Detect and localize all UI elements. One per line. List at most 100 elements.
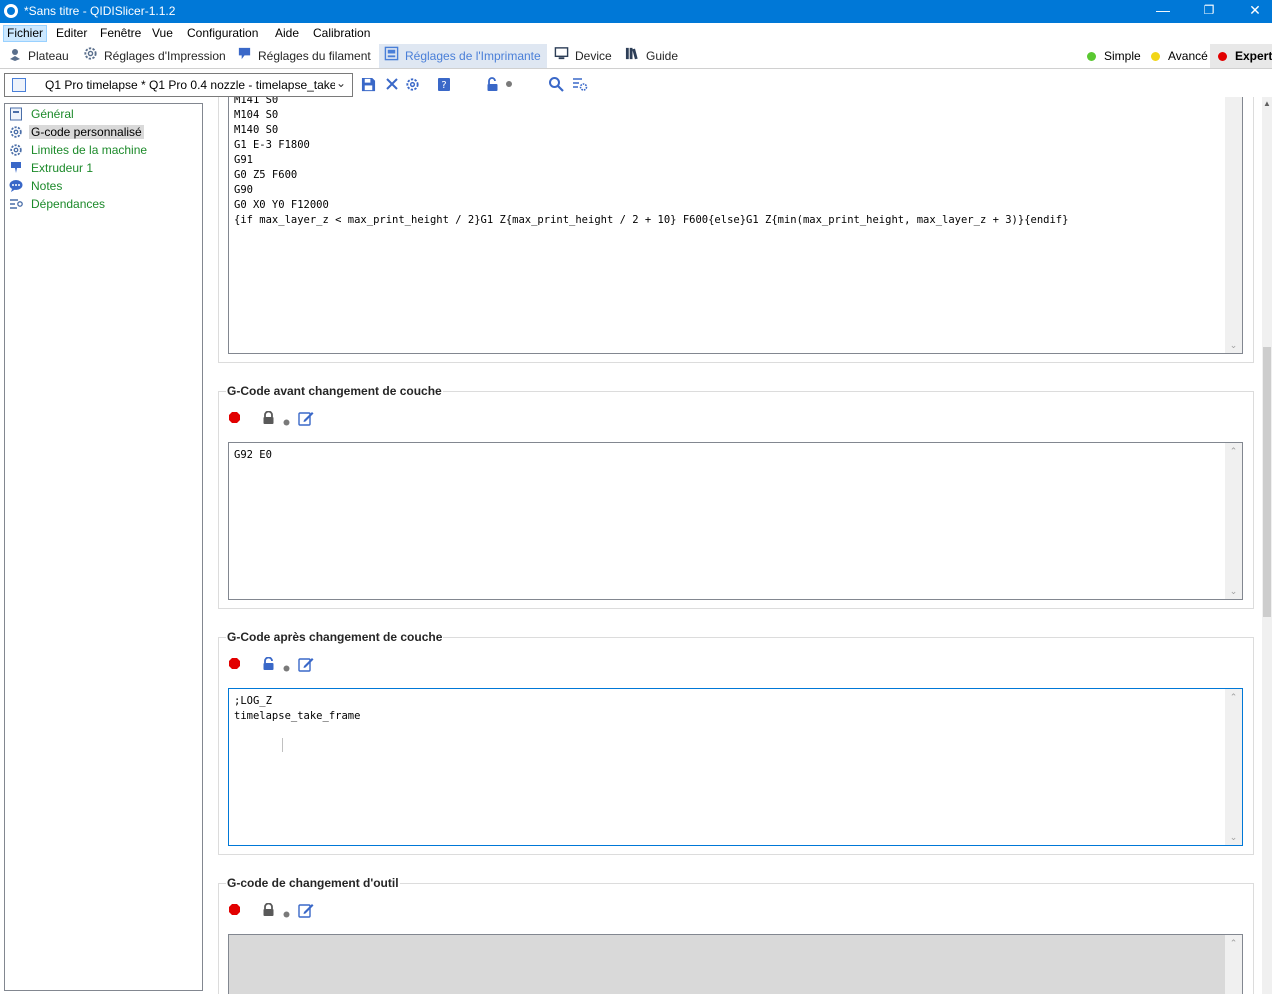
scroll-up-icon[interactable]: ⌃: [1225, 443, 1242, 459]
window-title: *Sans titre - QIDISlicer-1.1.2: [24, 4, 176, 18]
tree-item-notes-label: Notes: [31, 179, 63, 193]
menu-vue[interactable]: Vue: [149, 25, 176, 42]
before-layer-change-option-icons: [220, 410, 320, 428]
unlock-icon[interactable]: [262, 656, 275, 674]
before-layer-change-scrollbar[interactable]: ⌃ ⌄: [1225, 443, 1242, 599]
after-layer-change-title: G-Code après changement de couche: [226, 630, 444, 644]
menu-fichier[interactable]: Fichier: [3, 25, 48, 42]
tool-change-editor[interactable]: ⌃: [228, 934, 1243, 994]
tree-item-extruder-1[interactable]: Extrudeur 1: [9, 160, 95, 177]
tree-item-custom-gcode-label: G-code personnalisé: [29, 125, 144, 139]
end-gcode-scrollbar[interactable]: ⌃ ⌄: [1225, 97, 1242, 353]
system-value-dot-icon: [283, 661, 290, 675]
monitor-icon: [554, 45, 569, 69]
tab-print-settings-label: Réglages d'Impression: [104, 49, 226, 63]
mode-advanced-dot-icon: [1151, 52, 1160, 61]
edit-gcode-icon[interactable]: [298, 410, 314, 429]
tab-filament-settings-label: Réglages du filament: [258, 49, 371, 63]
scroll-up-icon[interactable]: ▲: [1262, 99, 1272, 108]
app-logo-icon: [4, 4, 18, 18]
gear-icon: [83, 45, 98, 69]
content-scrollbar-thumb[interactable]: [1263, 347, 1271, 617]
tree-item-dependencies[interactable]: Dépendances: [9, 196, 107, 213]
tree-item-machine-limits[interactable]: Limites de la machine: [9, 142, 149, 159]
tab-plateau[interactable]: Plateau: [8, 44, 69, 68]
tab-print-settings[interactable]: Réglages d'Impression: [83, 44, 226, 68]
scroll-up-icon[interactable]: ⌃: [1225, 689, 1242, 705]
menu-editer[interactable]: Editer: [53, 25, 90, 42]
after-layer-change-editor[interactable]: ;LOG_Z timelapse_take_frame ⌃ ⌄: [228, 688, 1243, 846]
printer-preset-select[interactable]: Q1 Pro timelapse * Q1 Pro 0.4 nozzle - t…: [4, 73, 353, 97]
minimize-button[interactable]: —: [1140, 0, 1186, 23]
settings-tree: Général G-code personnalisé Limites de l…: [4, 103, 203, 991]
scroll-down-icon[interactable]: ⌄: [1225, 583, 1242, 599]
after-layer-change-option-icons: [220, 656, 320, 674]
tool-change-option-icons: [220, 902, 320, 920]
lock-icon[interactable]: [262, 902, 275, 920]
edit-gcode-icon[interactable]: [298, 902, 314, 921]
scroll-up-icon[interactable]: ⌃: [1225, 935, 1242, 951]
save-preset-icon[interactable]: [359, 75, 377, 93]
scroll-down-icon[interactable]: ⌄: [1225, 337, 1242, 353]
menu-configuration[interactable]: Configuration: [184, 25, 261, 42]
edit-gcode-icon[interactable]: [298, 656, 314, 675]
tab-guide[interactable]: Guide: [625, 44, 678, 68]
menu-aide[interactable]: Aide: [272, 25, 302, 42]
restore-button[interactable]: ❐: [1186, 0, 1232, 23]
tab-printer-settings[interactable]: Réglages de l'Imprimante: [379, 44, 547, 68]
before-layer-change-title: G-Code avant changement de couche: [226, 384, 443, 398]
chat-icon: [9, 179, 23, 193]
unlock-icon[interactable]: [483, 75, 501, 93]
search-icon[interactable]: [547, 75, 565, 93]
mode-expert-label: Expert: [1235, 49, 1272, 63]
gear-icon: [9, 125, 23, 139]
mode-simple-label: Simple: [1104, 49, 1141, 63]
mode-advanced-label: Avancé: [1168, 49, 1208, 63]
close-button[interactable]: ✕: [1232, 0, 1272, 23]
text-cursor: [282, 738, 283, 752]
tab-plateau-label: Plateau: [28, 49, 69, 63]
tree-item-custom-gcode[interactable]: G-code personnalisé: [9, 124, 144, 141]
settings-content: M141 S0 M104 S0 M140 S0 G1 E-3 F1800 G91…: [210, 97, 1262, 994]
menu-calibration[interactable]: Calibration: [310, 25, 373, 42]
expert-mode-dot-icon: [229, 904, 240, 918]
preset-settings-gear-icon[interactable]: [403, 75, 421, 93]
delete-preset-icon[interactable]: [383, 75, 401, 93]
end-gcode-text: M141 S0 M104 S0 M140 S0 G1 E-3 F1800 G91…: [234, 97, 1069, 226]
tool-change-scrollbar[interactable]: ⌃: [1225, 935, 1242, 994]
tab-filament-settings[interactable]: Réglages du filament: [237, 44, 371, 68]
content-scrollbar[interactable]: ▲: [1262, 97, 1272, 994]
search-settings-icon[interactable]: [571, 75, 589, 93]
tree-item-general[interactable]: Général: [9, 106, 76, 123]
mode-expert[interactable]: Expert: [1210, 44, 1272, 68]
printer-icon: [384, 45, 399, 69]
extruder-icon: [9, 161, 23, 175]
spool-icon: [237, 45, 252, 69]
mode-simple-dot-icon: [1087, 52, 1096, 61]
tab-device-label: Device: [575, 49, 612, 63]
end-gcode-editor[interactable]: M141 S0 M104 S0 M140 S0 G1 E-3 F1800 G91…: [228, 97, 1243, 354]
lock-icon[interactable]: [262, 410, 275, 428]
modified-dot-icon: [500, 75, 518, 93]
system-value-dot-icon: [283, 907, 290, 921]
menu-bar: Fichier Editer Fenêtre Vue Configuration…: [0, 23, 1272, 43]
svg-text:?: ?: [441, 80, 446, 91]
wrench-icon: [9, 197, 23, 211]
gear-icon: [9, 143, 23, 157]
menu-fenetre[interactable]: Fenêtre: [97, 25, 144, 42]
tab-guide-label: Guide: [646, 49, 679, 63]
before-layer-change-editor[interactable]: G92 E0 ⌃ ⌄: [228, 442, 1243, 600]
tree-item-notes[interactable]: Notes: [9, 178, 64, 195]
mode-advanced[interactable]: Avancé: [1151, 44, 1208, 68]
after-layer-change-text: ;LOG_Z timelapse_take_frame: [234, 695, 361, 722]
scroll-down-icon[interactable]: ⌄: [1225, 829, 1242, 845]
scroll-up-icon[interactable]: ⌃: [1225, 97, 1242, 104]
before-layer-change-text: G92 E0: [234, 449, 272, 461]
compare-presets-icon[interactable]: ?: [435, 75, 453, 93]
tab-device[interactable]: Device: [554, 44, 612, 68]
mode-simple[interactable]: Simple: [1087, 44, 1141, 68]
after-layer-change-scrollbar[interactable]: ⌃ ⌄: [1225, 689, 1242, 845]
plater-icon: [8, 45, 22, 69]
tab-bar: Plateau Réglages d'Impression Réglages d…: [0, 43, 1272, 69]
expert-mode-dot-icon: [229, 412, 240, 426]
